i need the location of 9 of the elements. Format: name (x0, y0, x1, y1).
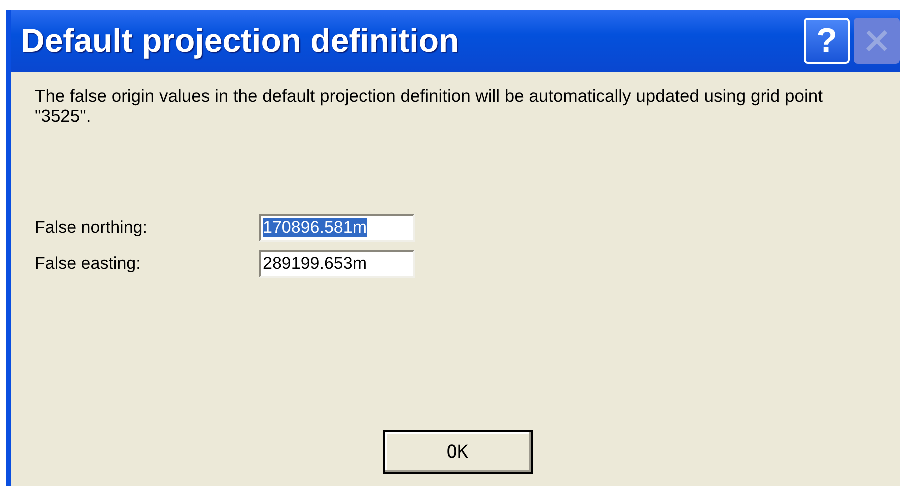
close-icon (864, 28, 890, 54)
field-label: False easting: (35, 254, 142, 274)
window-title: Default projection definition (21, 22, 460, 60)
input-field[interactable]: 289199.653m (259, 250, 415, 278)
field-label: False northing: (35, 218, 148, 238)
message-text: The false origin values in the default projection definition will be automatically updated using grid point "3525". (35, 86, 824, 126)
input-field[interactable]: 170896.581m (259, 214, 415, 242)
help-button[interactable]: ? (804, 18, 850, 64)
ok-button[interactable]: OK (382, 430, 532, 474)
